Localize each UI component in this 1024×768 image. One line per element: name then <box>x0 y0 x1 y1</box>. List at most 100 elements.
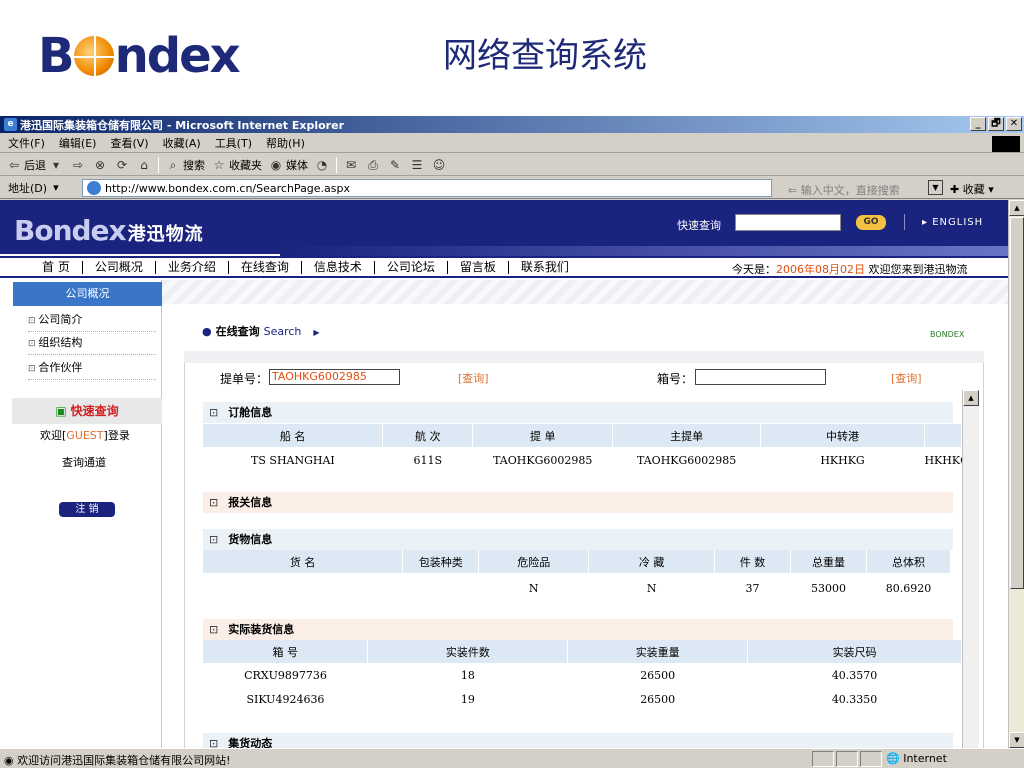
refresh-icon[interactable]: ⟳ <box>114 157 130 173</box>
loading-section-header[interactable]: ⊡ 实际装货信息 <box>203 619 953 640</box>
print-icon[interactable]: ⎙ <box>365 157 381 173</box>
stop-icon[interactable]: ⊗ <box>92 157 108 173</box>
nav-business[interactable]: 业务介绍 <box>156 260 229 274</box>
menu-help[interactable]: 帮助(H) <box>266 135 305 151</box>
scroll-down-icon[interactable]: ▼ <box>1009 732 1024 748</box>
menu-file[interactable]: 文件(F) <box>8 135 45 151</box>
arrow-right-icon: ▶ <box>313 328 320 337</box>
windows-logo-icon <box>992 136 1020 152</box>
cell: CRXU9897736 <box>244 668 327 682</box>
logout-button[interactable]: 注 销 <box>59 502 115 517</box>
nav-home[interactable]: 首 页 <box>30 260 83 274</box>
page-icon: ◉ <box>4 754 18 767</box>
nav-forum[interactable]: 公司论坛 <box>375 260 448 274</box>
bondex-logo: Bndex <box>38 28 241 84</box>
sidebar-header[interactable]: 公司概况 <box>13 282 162 306</box>
cell: 40.3570 <box>831 668 878 682</box>
cargo-section-header[interactable]: ⊡ 货物信息 <box>203 529 953 550</box>
query-channel-link[interactable]: 查询通道 <box>62 454 106 470</box>
site-logo[interactable]: Bondex 港迅物流 <box>14 214 204 247</box>
status-text: ◉ 欢迎访问港迅国际集装箱仓储有限公司网站! <box>4 754 231 767</box>
cell: TAOHKG6002985 <box>493 453 593 467</box>
bondex-tag: BONDEX <box>930 330 965 339</box>
nav-contact[interactable]: 联系我们 <box>509 260 581 274</box>
booking-section-header[interactable]: ⊡ 订舱信息 <box>203 402 953 423</box>
cell: HKHKG <box>820 453 865 467</box>
cell: TS SHANGHAI <box>251 453 335 467</box>
col-header: 件 数 <box>714 550 792 573</box>
restore-button[interactable]: 🗗 <box>988 117 1004 131</box>
menu-tools[interactable]: 工具(T) <box>215 135 252 151</box>
divider <box>904 214 905 230</box>
scroll-up-icon[interactable]: ▲ <box>1009 200 1024 216</box>
cell: 53000 <box>810 581 846 595</box>
go-button[interactable]: GO <box>856 215 886 230</box>
minimize-button[interactable]: _ <box>970 117 986 131</box>
col-header: 实装重量 <box>567 640 749 663</box>
scroll-up-icon[interactable]: ▲ <box>963 390 979 406</box>
bill-label: 提单号： <box>220 372 269 386</box>
customs-section-header[interactable]: ⊡ 报关信息 <box>203 492 953 513</box>
vertical-scrollbar[interactable]: ▲ ▼ <box>1008 200 1024 748</box>
discuss-icon[interactable]: ☰ <box>409 157 425 173</box>
col-header: 航 次 <box>382 424 474 447</box>
toolbar: ⇦ 后退 ▾ ⇨ ⊗ ⟳ ⌂ ⌕ 搜索 ☆ 收藏夹 ◉ 媒体 ◔ ✉ ⎙ ✎ ☰ ☺ <box>0 154 1024 176</box>
english-link[interactable]: ▸ ENGLISH <box>922 217 983 228</box>
bill-number-input[interactable]: TAOHKG6002985 <box>269 369 400 385</box>
col-header: 箱 号 <box>203 640 369 663</box>
cell: TAOHKG6002985 <box>637 453 737 467</box>
back-button[interactable]: ⇦ 后退 ▾ <box>6 157 64 173</box>
chevron-down-icon[interactable]: ▾ <box>53 181 59 194</box>
edit-icon[interactable]: ✎ <box>387 157 403 173</box>
dynamics-section-header[interactable]: ⊡ 集货动态 <box>203 733 953 748</box>
cell: 18 <box>460 668 475 682</box>
mail-icon[interactable]: ✉ <box>343 157 359 173</box>
quick-query-header[interactable]: ▣ 快速查询 <box>12 398 162 424</box>
nav-guestbook[interactable]: 留言板 <box>448 260 509 274</box>
forward-button[interactable]: ⇨ <box>70 157 86 173</box>
sidebar: 公司概况 公司简介 组织结构 合作伙伴 ▣快速查询 欢迎[GUEST]登录 查询… <box>0 280 162 748</box>
col-header: 船 名 <box>203 424 384 447</box>
nav-online-query[interactable]: 在线查询 <box>229 260 302 274</box>
toggle-icon: ⊡ <box>209 406 219 419</box>
search-dropdown-button[interactable]: ▼ <box>928 180 943 195</box>
col-header: 冷 藏 <box>588 550 716 573</box>
media-button[interactable]: ◉ 媒体 <box>268 157 308 173</box>
nav-company[interactable]: 公司概况 <box>83 260 156 274</box>
messenger-icon[interactable]: ☺ <box>431 157 447 173</box>
col-header: 货 名 <box>203 550 404 573</box>
sidebar-item-intro[interactable]: 公司简介 <box>28 310 156 332</box>
col-header <box>924 424 963 447</box>
scroll-thumb[interactable] <box>1010 217 1024 589</box>
col-header: 中转港 <box>760 424 925 447</box>
quick-query-icon: ▣ <box>55 404 67 418</box>
breadcrumb: ● 在线查询 Search ▶ <box>202 325 320 338</box>
history-icon[interactable]: ◔ <box>314 157 330 173</box>
cell: HKHKG <box>924 453 961 467</box>
page-icon <box>87 181 101 195</box>
search-hint[interactable]: ⇐ 输入中文，直接搜索 <box>788 182 900 198</box>
search-button[interactable]: ⌕ 搜索 <box>165 157 205 173</box>
bill-query-button[interactable]: [查询] <box>458 370 489 386</box>
inner-scrollbar[interactable]: ▲ <box>962 390 979 748</box>
menu-edit[interactable]: 编辑(E) <box>59 135 97 151</box>
favorites-button[interactable]: ☆ 收藏夹 <box>211 157 262 173</box>
address-label: 地址(D) <box>8 181 48 195</box>
favorites-add-button[interactable]: ✚ 收藏 ▾ <box>950 181 994 197</box>
booking-table: 船 名 航 次 提 单 主提单 中转港 TS SHANGHAI 611S TAO… <box>203 424 963 473</box>
address-input[interactable]: http://www.bondex.com.cn/SearchPage.aspx <box>82 179 772 197</box>
container-number-input[interactable] <box>695 369 826 385</box>
container-label: 箱号： <box>657 372 694 386</box>
home-icon[interactable]: ⌂ <box>136 157 152 173</box>
close-button[interactable]: ✕ <box>1006 117 1022 131</box>
quick-search-input[interactable] <box>735 214 841 231</box>
menu-favorites[interactable]: 收藏(A) <box>163 135 201 151</box>
menu-view[interactable]: 查看(V) <box>110 135 148 151</box>
container-query-button[interactable]: [查询] <box>891 370 922 386</box>
toggle-icon: ⊡ <box>209 496 219 509</box>
sidebar-item-structure[interactable]: 组织结构 <box>28 333 156 355</box>
search-icon: ⌕ <box>169 157 177 172</box>
nav-it[interactable]: 信息技术 <box>302 260 375 274</box>
sidebar-item-partners[interactable]: 合作伙伴 <box>28 358 156 380</box>
cell <box>403 573 479 603</box>
